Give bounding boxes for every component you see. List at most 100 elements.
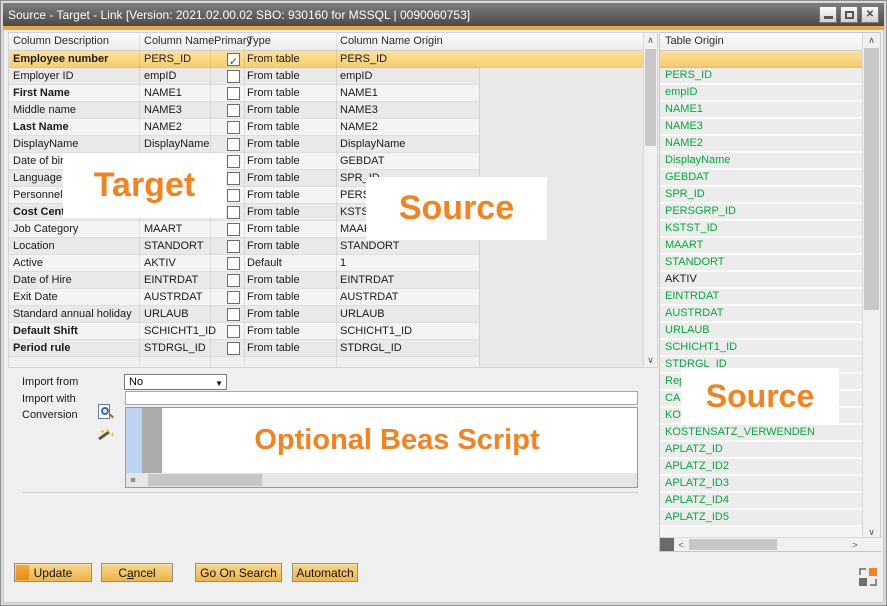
- primary-checkbox[interactable]: [227, 206, 240, 219]
- origin-list-item[interactable]: [660, 51, 864, 68]
- minimize-button[interactable]: [819, 6, 837, 23]
- primary-checkbox[interactable]: [227, 53, 240, 66]
- cell-column-name: PERS_ID: [144, 51, 191, 68]
- origin-list-item[interactable]: NAME2: [660, 136, 864, 153]
- origin-list-item[interactable]: APLATZ_ID3: [660, 476, 864, 493]
- scrollbar-thumb[interactable]: [864, 48, 879, 310]
- scroll-down-icon[interactable]: ∨: [644, 353, 657, 367]
- origin-list-item[interactable]: SPR_ID: [660, 187, 864, 204]
- col-header-description[interactable]: Column Description: [13, 33, 109, 50]
- primary-checkbox[interactable]: [227, 121, 240, 134]
- cell-description: Active: [13, 255, 43, 272]
- primary-checkbox[interactable]: [227, 308, 240, 321]
- go-on-search-button[interactable]: Go On Search: [195, 563, 282, 582]
- cell-description: Exit Date: [13, 289, 58, 306]
- editor-margin: [126, 408, 142, 474]
- automatch-button[interactable]: Automatch: [292, 563, 358, 582]
- cancel-button[interactable]: Cancel: [101, 563, 173, 582]
- primary-checkbox[interactable]: [227, 155, 240, 168]
- script-wizard-button[interactable]: [97, 428, 115, 446]
- scrollbar-thumb[interactable]: [645, 49, 656, 146]
- cell-origin: STANDORT: [340, 238, 400, 255]
- origin-list-item[interactable]: SCHICHT1_ID: [660, 340, 864, 357]
- dialog-body: Column Description Column Name Primary T…: [3, 30, 884, 603]
- magic-wand-icon: [98, 431, 110, 440]
- origin-list-item[interactable]: NAME1: [660, 102, 864, 119]
- automatch-button-label: Automatch: [296, 566, 353, 580]
- origin-list-item[interactable]: MAART: [660, 238, 864, 255]
- origin-list-item[interactable]: AKTIV: [660, 272, 864, 289]
- origin-list-item[interactable]: KSTST_ID: [660, 221, 864, 238]
- maximize-icon: [845, 11, 854, 19]
- origin-list-item[interactable]: APLATZ_ID4: [660, 493, 864, 510]
- origin-list-item[interactable]: APLATZ_ID2: [660, 459, 864, 476]
- scrollbar-thumb[interactable]: [148, 474, 262, 486]
- cell-column-name: NAME3: [144, 102, 182, 119]
- cell-type: Default: [247, 255, 282, 272]
- origin-list-item[interactable]: PERSGRP_ID: [660, 204, 864, 221]
- primary-checkbox[interactable]: [227, 291, 240, 304]
- origin-list-item[interactable]: URLAUB: [660, 323, 864, 340]
- cell-type: From table: [247, 85, 300, 102]
- primary-checkbox[interactable]: [227, 274, 240, 287]
- cell-column-name: AUSTRDAT: [144, 289, 202, 306]
- editor-horizontal-scrollbar[interactable]: < >: [126, 473, 637, 487]
- maximize-button[interactable]: [840, 6, 858, 23]
- scroll-left-icon[interactable]: <: [674, 538, 688, 551]
- table-origin-header[interactable]: Table Origin: [660, 33, 880, 51]
- col-header-origin[interactable]: Column Name Origin: [340, 33, 443, 50]
- origin-list-item[interactable]: AUSTRDAT: [660, 306, 864, 323]
- origin-list-item[interactable]: DisplayName: [660, 153, 864, 170]
- import-with-input[interactable]: [125, 391, 638, 405]
- table-origin-panel: Table Origin PERS_ID empID NAME1 NAME3 N…: [659, 32, 881, 552]
- origin-horizontal-scrollbar[interactable]: < >: [660, 537, 882, 551]
- col-header-name[interactable]: Column Name: [144, 33, 214, 50]
- cell-origin: NAME3: [340, 102, 378, 119]
- update-button[interactable]: Update: [14, 563, 92, 582]
- grid-vertical-scrollbar[interactable]: ∧ ∨: [643, 33, 657, 367]
- close-button[interactable]: ✕: [861, 6, 879, 23]
- origin-list-item[interactable]: APLATZ_ID: [660, 442, 864, 459]
- origin-list-item[interactable]: STANDORT: [660, 255, 864, 272]
- primary-checkbox[interactable]: [227, 257, 240, 270]
- scroll-up-icon[interactable]: ∧: [644, 33, 657, 47]
- title-bar: Source - Target - Link [Version: 2021.02…: [3, 3, 884, 26]
- grid-header: Column Description Column Name Primary T…: [9, 33, 657, 51]
- primary-checkbox[interactable]: [227, 138, 240, 151]
- cell-column-name: empID: [144, 68, 176, 85]
- primary-checkbox[interactable]: [227, 325, 240, 338]
- primary-checkbox[interactable]: [227, 342, 240, 355]
- origin-list-item[interactable]: PERS_ID: [660, 68, 864, 85]
- scroll-right-icon[interactable]: >: [848, 538, 862, 551]
- grip-corner: [859, 568, 866, 575]
- primary-checkbox[interactable]: [227, 189, 240, 202]
- cell-type: From table: [247, 136, 300, 153]
- origin-list-item[interactable]: APLATZ_ID5: [660, 510, 864, 527]
- cell-column-name: STANDORT: [144, 238, 204, 255]
- origin-list-item[interactable]: empID: [660, 85, 864, 102]
- origin-list-item[interactable]: NAME3: [660, 119, 864, 136]
- cell-column-name: SCHICHT1_ID: [144, 323, 216, 340]
- primary-checkbox[interactable]: [227, 104, 240, 117]
- origin-list-item[interactable]: GEBDAT: [660, 170, 864, 187]
- cell-column-name: STDRGL_ID: [144, 340, 206, 357]
- scrollbar-thumb[interactable]: [689, 539, 777, 550]
- scroll-up-icon[interactable]: ∧: [863, 33, 880, 47]
- origin-list-item[interactable]: KOSTENSATZ_VERWENDEN: [660, 425, 864, 442]
- cell-description: Employer ID: [13, 68, 74, 85]
- cell-description: Period rule: [13, 340, 70, 357]
- primary-checkbox[interactable]: [227, 70, 240, 83]
- col-header-type[interactable]: Type: [247, 33, 271, 50]
- source-watermark: Source: [366, 177, 547, 240]
- origin-vertical-scrollbar[interactable]: ∧ ∨: [862, 33, 880, 539]
- primary-checkbox[interactable]: [227, 240, 240, 253]
- cell-type: From table: [247, 204, 300, 221]
- origin-list-item[interactable]: EINTRDAT: [660, 289, 864, 306]
- resize-grip-icon[interactable]: [859, 568, 877, 586]
- import-from-select[interactable]: No ▼: [124, 374, 227, 390]
- preview-script-button[interactable]: [96, 404, 114, 422]
- primary-checkbox[interactable]: [227, 223, 240, 236]
- primary-checkbox[interactable]: [227, 87, 240, 100]
- scroll-right-icon[interactable]: >: [126, 473, 140, 487]
- primary-checkbox[interactable]: [227, 172, 240, 185]
